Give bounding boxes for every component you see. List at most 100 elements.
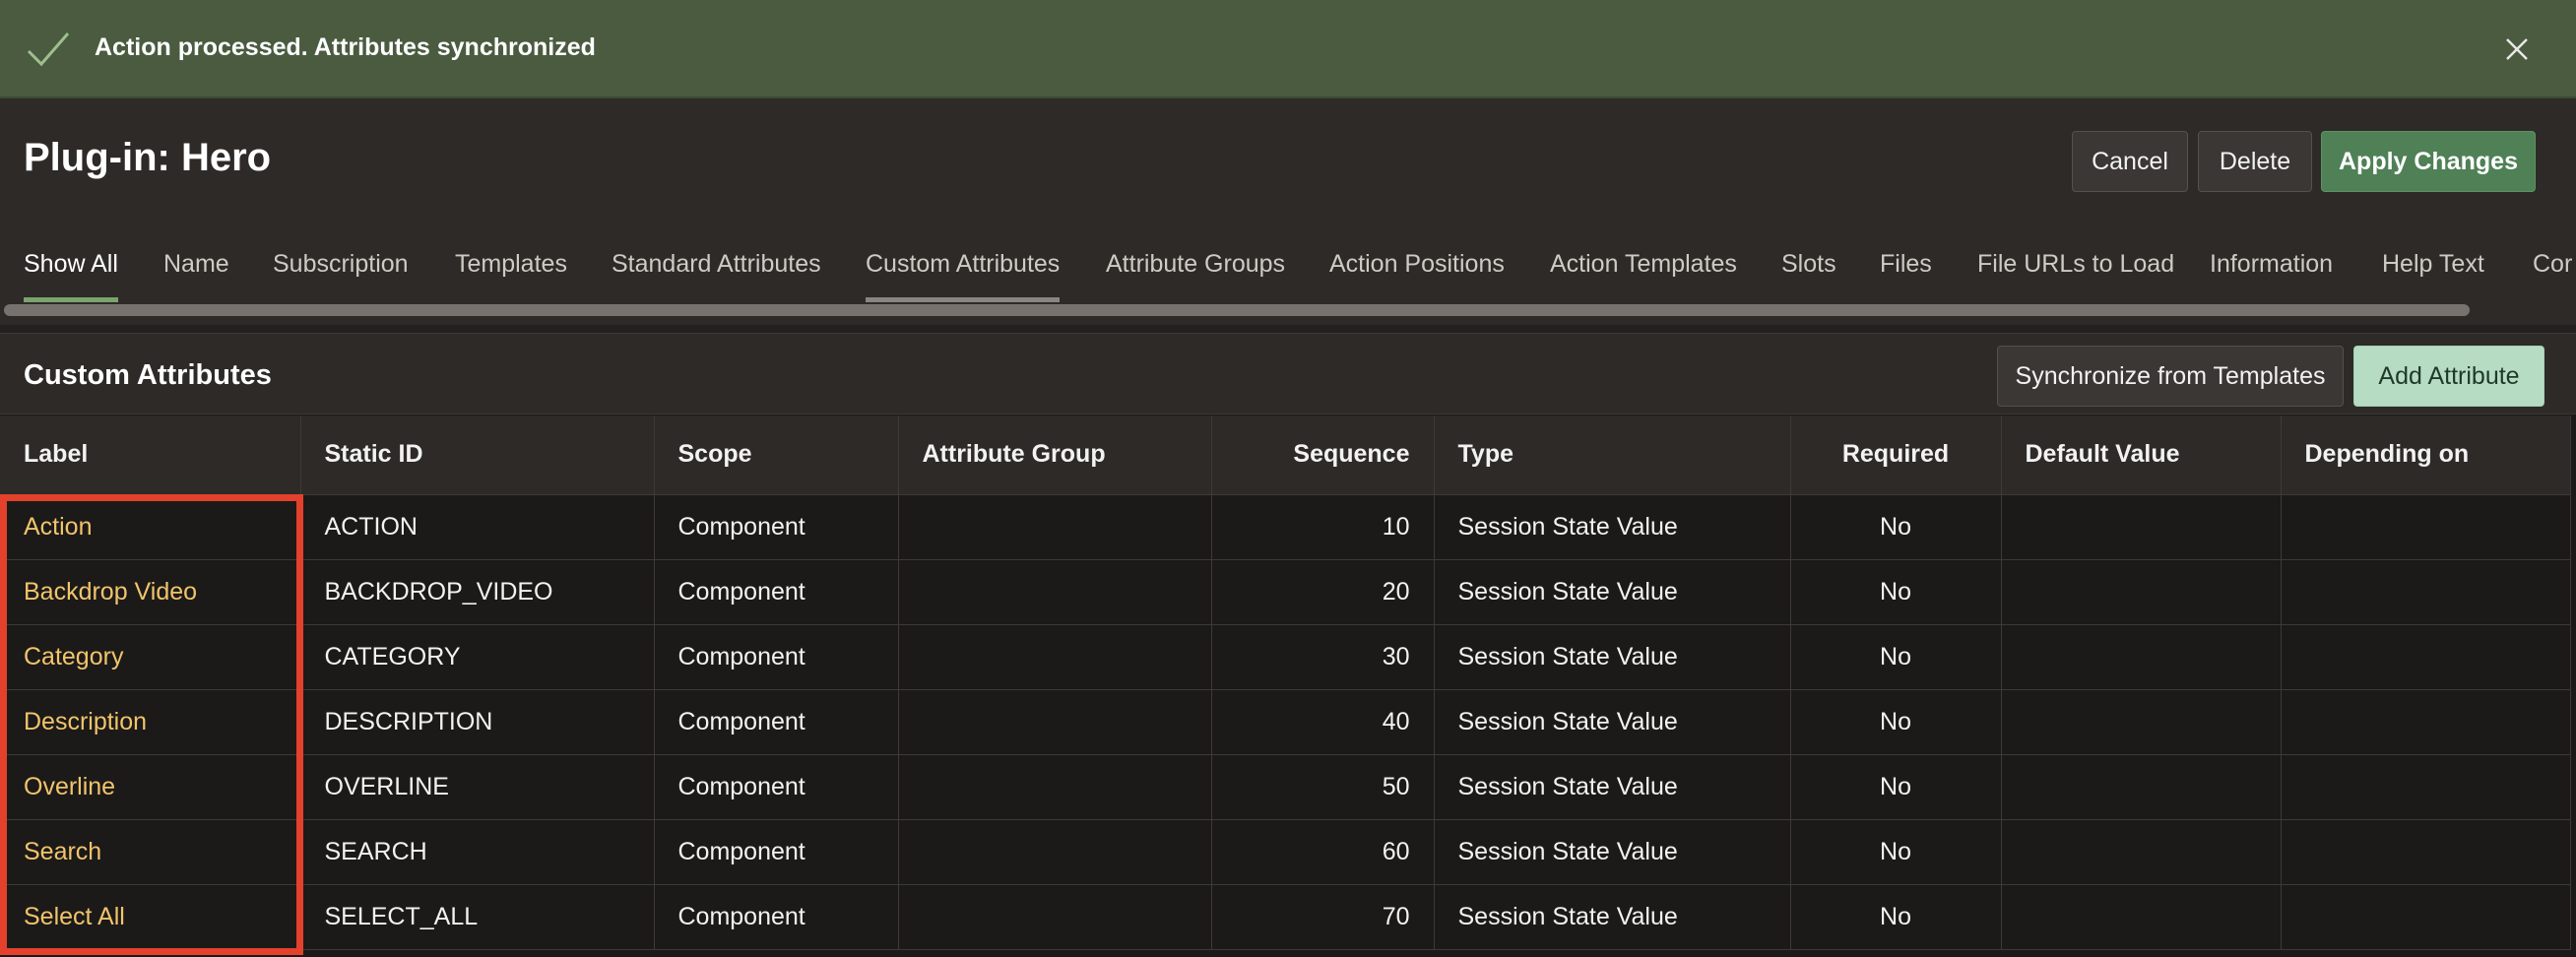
depending-on-cell xyxy=(2281,624,2571,690)
checkmark-icon xyxy=(27,32,70,67)
tab-slots[interactable]: Slots xyxy=(1781,250,1836,297)
tab-attribute-groups[interactable]: Attribute Groups xyxy=(1106,250,1285,297)
label-link[interactable]: Backdrop Video xyxy=(0,559,301,625)
label-link[interactable]: Description xyxy=(0,689,301,755)
region-title: Custom Attributes xyxy=(24,359,272,391)
label-link[interactable]: Select All xyxy=(0,884,301,950)
tab-standard-attributes[interactable]: Standard Attributes xyxy=(612,250,821,297)
sequence-cell: 10 xyxy=(1211,494,1435,560)
add-attribute-button[interactable]: Add Attribute xyxy=(2353,346,2544,407)
column-header-static-id[interactable]: Static ID xyxy=(300,415,655,495)
scope-cell: Component xyxy=(654,494,899,560)
success-banner: Action processed. Attributes synchronize… xyxy=(0,0,2576,98)
page-title: Plug-in: Hero xyxy=(24,136,272,179)
tab-information[interactable]: Information xyxy=(2210,250,2333,297)
close-icon[interactable] xyxy=(2499,32,2535,67)
type-cell: Session State Value xyxy=(1434,689,1791,755)
region-header: Custom Attributes Synchronize from Templ… xyxy=(0,334,2576,415)
sequence-cell: 30 xyxy=(1211,624,1435,690)
tab-action-templates[interactable]: Action Templates xyxy=(1550,250,1737,297)
sequence-cell: 70 xyxy=(1211,884,1435,950)
default-value-cell xyxy=(2001,624,2282,690)
column-header-default-value[interactable]: Default Value xyxy=(2001,415,2282,495)
depending-on-cell xyxy=(2281,559,2571,625)
default-value-cell xyxy=(2001,754,2282,820)
tab-templates[interactable]: Templates xyxy=(455,250,567,297)
type-cell: Session State Value xyxy=(1434,754,1791,820)
sequence-cell: 60 xyxy=(1211,819,1435,885)
required-cell: No xyxy=(1790,754,2002,820)
column-header-depending-on[interactable]: Depending on xyxy=(2281,415,2571,495)
sequence-cell: 50 xyxy=(1211,754,1435,820)
static-id-cell: OVERLINE xyxy=(300,754,655,820)
scope-cell: Component xyxy=(654,559,899,625)
label-link[interactable]: Action xyxy=(0,494,301,560)
table-row: Search SEARCH Component 60 Session State… xyxy=(0,819,2571,885)
tab-cor[interactable]: Cor xyxy=(2533,250,2572,297)
apply-changes-button[interactable]: Apply Changes xyxy=(2321,131,2536,192)
banner-message: Action processed. Attributes synchronize… xyxy=(95,33,596,61)
scope-cell: Component xyxy=(654,754,899,820)
depending-on-cell xyxy=(2281,494,2571,560)
attribute-group-cell xyxy=(898,559,1212,625)
delete-button[interactable]: Delete xyxy=(2198,131,2312,192)
static-id-cell: BACKDROP_VIDEO xyxy=(300,559,655,625)
tab-show-all[interactable]: Show All xyxy=(24,250,118,302)
static-id-cell: SEARCH xyxy=(300,819,655,885)
tab-custom-attributes[interactable]: Custom Attributes xyxy=(866,250,1061,302)
cancel-button[interactable]: Cancel xyxy=(2072,131,2188,192)
page-header: Plug-in: Hero Cancel Delete Apply Change… xyxy=(0,98,2576,325)
column-header-attribute-group[interactable]: Attribute Group xyxy=(898,415,1212,495)
sequence-cell: 20 xyxy=(1211,559,1435,625)
label-link[interactable]: Search xyxy=(0,819,301,885)
synchronize-from-templates-button[interactable]: Synchronize from Templates xyxy=(1997,346,2344,407)
scope-cell: Component xyxy=(654,689,899,755)
table-row: Overline OVERLINE Component 50 Session S… xyxy=(0,754,2571,820)
static-id-cell: ACTION xyxy=(300,494,655,560)
table-row: Action ACTION Component 10 Session State… xyxy=(0,494,2571,560)
label-link[interactable]: Category xyxy=(0,624,301,690)
default-value-cell xyxy=(2001,559,2282,625)
required-cell: No xyxy=(1790,689,2002,755)
tab-help-text[interactable]: Help Text xyxy=(2382,250,2484,297)
required-cell: No xyxy=(1790,884,2002,950)
table-row: Description DESCRIPTION Component 40 Ses… xyxy=(0,689,2571,755)
type-cell: Session State Value xyxy=(1434,559,1791,625)
tab-file-urls-to-load[interactable]: File URLs to Load xyxy=(1977,250,2174,297)
column-header-type[interactable]: Type xyxy=(1434,415,1791,495)
table-row: Category CATEGORY Component 30 Session S… xyxy=(0,624,2571,690)
column-header-label[interactable]: Label xyxy=(0,415,301,495)
attribute-group-cell xyxy=(898,884,1212,950)
depending-on-cell xyxy=(2281,754,2571,820)
depending-on-cell xyxy=(2281,884,2571,950)
depending-on-cell xyxy=(2281,819,2571,885)
column-header-sequence[interactable]: Sequence xyxy=(1211,415,1435,495)
attribute-group-cell xyxy=(898,754,1212,820)
static-id-cell: CATEGORY xyxy=(300,624,655,690)
table-row: Backdrop Video BACKDROP_VIDEO Component … xyxy=(0,559,2571,625)
static-id-cell: DESCRIPTION xyxy=(300,689,655,755)
column-header-required[interactable]: Required xyxy=(1790,415,2002,495)
required-cell: No xyxy=(1790,559,2002,625)
static-id-cell: SELECT_ALL xyxy=(300,884,655,950)
table-row: Select All SELECT_ALL Component 70 Sessi… xyxy=(0,884,2571,950)
tab-name[interactable]: Name xyxy=(163,250,229,297)
type-cell: Session State Value xyxy=(1434,494,1791,560)
label-link[interactable]: Overline xyxy=(0,754,301,820)
tab-subscription[interactable]: Subscription xyxy=(273,250,409,297)
table-header-row: Label Static ID Scope Attribute Group Se… xyxy=(0,415,2571,495)
attribute-group-cell xyxy=(898,819,1212,885)
tab-bar: Show All Name Subscription Templates Sta… xyxy=(0,244,2576,303)
required-cell: No xyxy=(1790,819,2002,885)
sequence-cell: 40 xyxy=(1211,689,1435,755)
required-cell: No xyxy=(1790,624,2002,690)
column-header-scope[interactable]: Scope xyxy=(654,415,899,495)
required-cell: No xyxy=(1790,494,2002,560)
default-value-cell xyxy=(2001,819,2282,885)
tab-action-positions[interactable]: Action Positions xyxy=(1329,250,1505,297)
tab-files[interactable]: Files xyxy=(1880,250,1932,297)
tabs-scrollbar[interactable] xyxy=(4,304,2470,316)
custom-attributes-region: Custom Attributes Synchronize from Templ… xyxy=(0,333,2576,957)
scope-cell: Component xyxy=(654,624,899,690)
attribute-group-cell xyxy=(898,689,1212,755)
